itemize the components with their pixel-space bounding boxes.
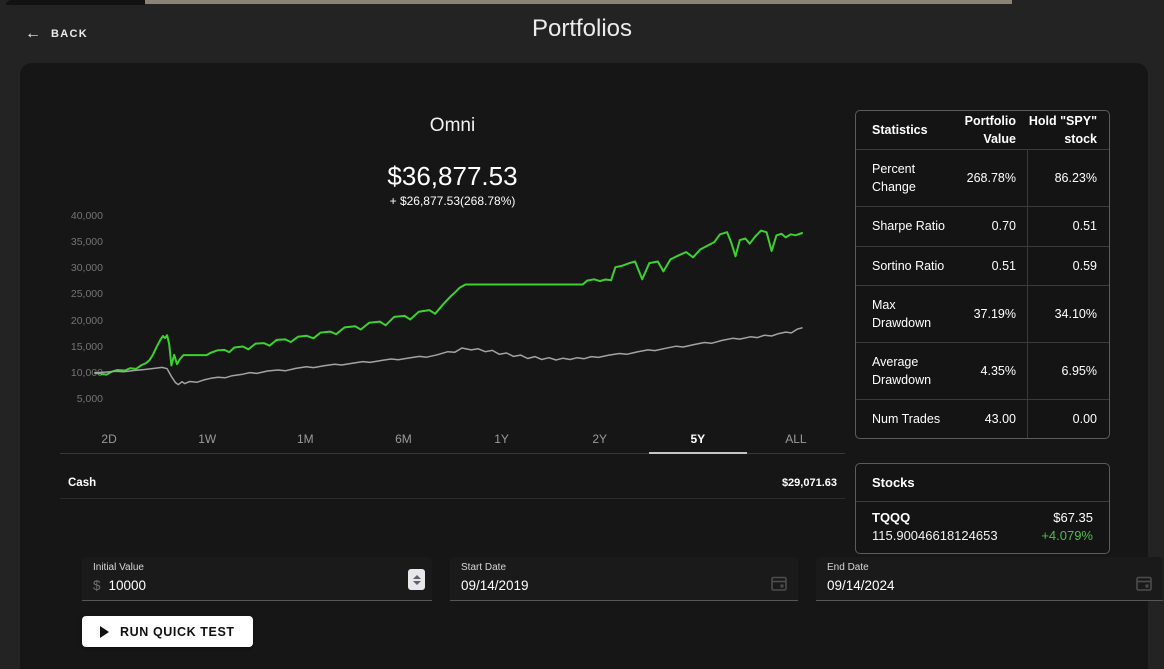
stats-row: Percent Change268.78%86.23% <box>856 149 1109 206</box>
page-title: Portfolios <box>0 15 1164 43</box>
stat-label: Statistics <box>856 111 952 149</box>
dollar-prefix: $ <box>93 578 101 593</box>
statistics-table: StatisticsPortfolio ValueHold "SPY" stoc… <box>855 110 1110 439</box>
stock-price: $67.35 <box>1041 510 1093 525</box>
portfolios-screen: ← BACK Portfolios Omni $36,877.53 + $26,… <box>0 0 1164 669</box>
series-portfolio-value <box>95 231 802 375</box>
stat-portfolio-value: 0.51 <box>952 247 1027 285</box>
play-icon <box>100 626 109 638</box>
window-top-notch <box>6 0 145 5</box>
stats-row: Sharpe Ratio0.700.51 <box>856 206 1109 245</box>
stocks-title: Stocks <box>856 464 1109 502</box>
stocks-box: Stocks TQQQ 115.90046618124653 $67.35 +4… <box>855 463 1110 554</box>
run-quick-test-button[interactable]: RUN QUICK TEST <box>82 616 253 647</box>
cash-value: $29,071.63 <box>782 477 837 489</box>
window-top-strip <box>145 0 1012 4</box>
stat-spy-value: 0.59 <box>1027 247 1109 285</box>
stat-label: Max Drawdown <box>856 286 952 342</box>
stat-spy-value: 34.10% <box>1027 286 1109 342</box>
stock-row[interactable]: TQQQ 115.90046618124653 $67.35 +4.079% <box>856 502 1109 553</box>
stepper-up-icon[interactable] <box>413 575 421 579</box>
stat-spy-value: 0.51 <box>1027 207 1109 245</box>
initial-value-field[interactable]: Initial Value $10000 <box>82 557 432 601</box>
stock-shares: 115.90046618124653 <box>872 528 998 543</box>
stock-symbol: TQQQ <box>872 510 998 525</box>
stat-portfolio-value: 43.00 <box>952 400 1027 438</box>
start-date-input[interactable]: 09/14/2019 <box>461 578 529 593</box>
chart-plot[interactable] <box>60 206 845 421</box>
stat-spy-value: 0.00 <box>1027 400 1109 438</box>
initial-value-label: Initial Value <box>93 562 144 573</box>
end-date-field[interactable]: End Date 09/14/2024 <box>816 557 1163 601</box>
start-date-label: Start Date <box>461 562 506 573</box>
stat-spy-value: Hold "SPY" stock <box>1027 111 1109 149</box>
stat-label: Sortino Ratio <box>856 247 952 285</box>
stat-portfolio-value: 37.19% <box>952 286 1027 342</box>
tab-2y[interactable]: 2Y <box>551 425 649 453</box>
stat-portfolio-value: 268.78% <box>952 150 1027 206</box>
stock-change: +4.079% <box>1041 528 1093 543</box>
run-quick-test-label: RUN QUICK TEST <box>120 625 235 639</box>
tab-6m[interactable]: 6M <box>354 425 452 453</box>
time-range-tabs: 2D1W1M6M1Y2Y5YALL <box>60 425 845 454</box>
stat-label: Sharpe Ratio <box>856 207 952 245</box>
initial-value-text: 10000 <box>109 578 147 593</box>
end-date-label: End Date <box>827 562 869 573</box>
stat-portfolio-value: Portfolio Value <box>952 111 1027 149</box>
stat-portfolio-value: 4.35% <box>952 343 1027 399</box>
stat-portfolio-value: 0.70 <box>952 207 1027 245</box>
tab-all[interactable]: ALL <box>747 425 845 453</box>
stats-row: Average Drawdown4.35%6.95% <box>856 342 1109 399</box>
portfolio-value: $36,877.53 <box>60 161 845 192</box>
stats-row: Num Trades43.000.00 <box>856 399 1109 438</box>
stat-label: Percent Change <box>856 150 952 206</box>
stats-row: Max Drawdown37.19%34.10% <box>856 285 1109 342</box>
calendar-icon[interactable] <box>1135 574 1153 592</box>
calendar-icon[interactable] <box>770 574 788 592</box>
stat-label: Num Trades <box>856 400 952 438</box>
performance-chart[interactable]: 40,00035,00030,00025,00020,00015,00010,0… <box>60 206 845 421</box>
stat-label: Average Drawdown <box>856 343 952 399</box>
end-date-input[interactable]: 09/14/2024 <box>827 578 895 593</box>
stat-spy-value: 86.23% <box>1027 150 1109 206</box>
stock-left: TQQQ 115.90046618124653 <box>872 510 998 543</box>
series-hold-spy <box>95 328 802 385</box>
cash-label: Cash <box>68 477 96 489</box>
cash-row[interactable]: Cash $29,071.63 <box>60 467 845 499</box>
stat-spy-value: 6.95% <box>1027 343 1109 399</box>
tab-1m[interactable]: 1M <box>256 425 354 453</box>
stats-header-row: StatisticsPortfolio ValueHold "SPY" stoc… <box>856 111 1109 149</box>
number-stepper[interactable] <box>408 569 425 590</box>
tab-5y[interactable]: 5Y <box>649 425 747 453</box>
portfolio-name: Omni <box>60 115 845 137</box>
portfolio-card: Omni $36,877.53 + $26,877.53(268.78%) 40… <box>20 63 1148 669</box>
start-date-field[interactable]: Start Date 09/14/2019 <box>450 557 798 601</box>
stepper-down-icon[interactable] <box>413 581 421 585</box>
stats-row: Sortino Ratio0.510.59 <box>856 246 1109 285</box>
stock-right: $67.35 +4.079% <box>1041 510 1093 543</box>
initial-value-input[interactable]: $10000 <box>93 578 146 593</box>
tab-1y[interactable]: 1Y <box>453 425 551 453</box>
tab-1w[interactable]: 1W <box>158 425 256 453</box>
chart-section: Omni $36,877.53 + $26,877.53(268.78%) 40… <box>60 63 845 669</box>
tab-2d[interactable]: 2D <box>60 425 158 453</box>
